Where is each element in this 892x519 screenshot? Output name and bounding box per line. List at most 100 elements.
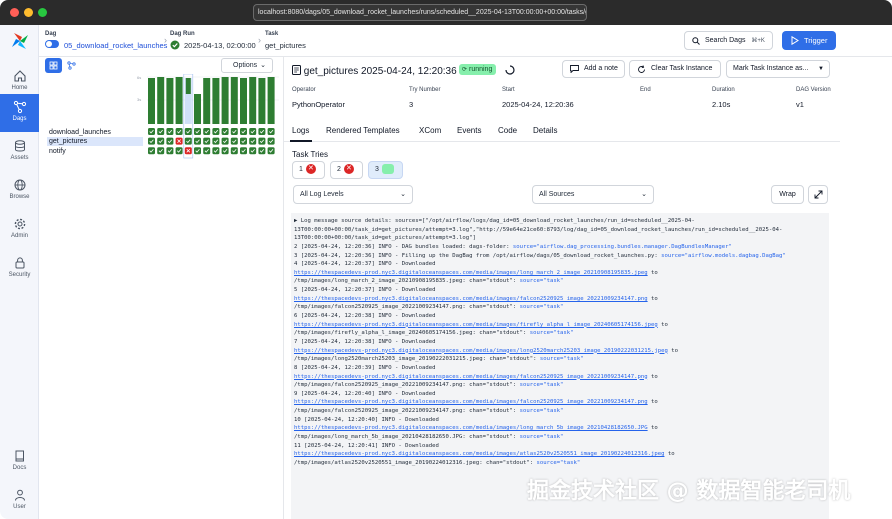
task-instance-cell[interactable] <box>212 137 220 145</box>
log-url-link[interactable]: https://thespacedevs-prod.nyc3.digitaloc… <box>294 399 648 405</box>
task-instance-cell[interactable] <box>203 137 211 145</box>
run-bar[interactable] <box>249 77 257 124</box>
address-bar[interactable]: localhost:8080/dags/05_download_rocket_l… <box>253 4 587 21</box>
breadcrumb-dag-link[interactable]: 05_download_rocket_launches <box>64 41 167 50</box>
search-dags-button[interactable]: Search Dags ⌘+K <box>684 31 773 50</box>
task-instance-cell[interactable] <box>212 147 220 155</box>
task-instance-cell[interactable] <box>267 137 275 145</box>
run-bar[interactable] <box>175 77 183 124</box>
run-bar[interactable] <box>212 78 220 124</box>
log-url-link[interactable]: https://thespacedevs-prod.nyc3.digitaloc… <box>294 451 664 457</box>
task-instance-cell[interactable] <box>148 147 155 155</box>
task-instance-cell[interactable] <box>157 137 165 145</box>
grid-view-button[interactable] <box>45 58 62 73</box>
task-instance-cell[interactable] <box>230 137 238 145</box>
graph-view-button[interactable] <box>63 58 80 73</box>
tab-details[interactable]: Details <box>533 126 557 135</box>
log-url-link[interactable]: https://thespacedevs-prod.nyc3.digitaloc… <box>294 348 668 354</box>
task-instance-cell[interactable] <box>175 147 183 155</box>
task-instance-cell[interactable] <box>184 137 192 145</box>
fullscreen-button[interactable] <box>808 185 828 204</box>
maximize-window-button[interactable] <box>38 8 47 17</box>
close-window-button[interactable] <box>10 8 19 17</box>
task-instance-cell[interactable] <box>148 128 155 135</box>
run-bar[interactable] <box>203 78 211 124</box>
log-sources-select[interactable]: All Sources ⌄ <box>532 185 654 204</box>
task-instance-cell[interactable] <box>157 147 165 155</box>
tab-xcom[interactable]: XCom <box>419 126 441 135</box>
tab-events[interactable]: Events <box>457 126 481 135</box>
run-bar[interactable] <box>166 78 174 124</box>
breadcrumb-run-link[interactable]: 2025-04-13, 02:00:00 <box>184 41 256 50</box>
task-row-get-pictures[interactable]: get_pictures <box>47 137 143 146</box>
airflow-logo-icon[interactable] <box>10 31 30 51</box>
task-instance-cell[interactable] <box>240 147 247 155</box>
task-instance-cell[interactable] <box>258 147 266 155</box>
task-instance-cell[interactable] <box>184 128 192 135</box>
task-instance-cell[interactable] <box>221 147 229 155</box>
try-button-2[interactable]: 2 ✕ <box>330 161 363 179</box>
try-button-1[interactable]: 1 ✕ <box>292 161 325 179</box>
log-level-select[interactable]: All Log Levels ⌄ <box>293 185 413 204</box>
clear-task-instance-button[interactable]: Clear Task Instance <box>629 60 721 78</box>
task-instance-cell[interactable] <box>166 128 174 135</box>
task-instance-cell[interactable] <box>249 137 257 145</box>
task-instance-cell[interactable] <box>230 147 238 155</box>
task-instance-cell[interactable] <box>203 147 211 155</box>
log-url-link[interactable]: https://thespacedevs-prod.nyc3.digitaloc… <box>294 322 658 328</box>
run-bar[interactable] <box>148 78 155 124</box>
try-button-3[interactable]: 3 <box>368 161 403 179</box>
task-instance-cell[interactable] <box>194 128 201 135</box>
sidebar-item-user[interactable]: User <box>0 485 39 519</box>
task-instance-cell[interactable] <box>157 128 165 135</box>
run-bar[interactable] <box>267 77 275 124</box>
task-instance-cell[interactable] <box>258 128 266 135</box>
sidebar-item-assets[interactable]: Assets <box>0 136 39 172</box>
task-instance-cell[interactable] <box>267 147 275 155</box>
task-row-notify[interactable]: notify <box>47 147 143 156</box>
wrap-button[interactable]: Wrap <box>771 185 804 204</box>
mark-task-instance-button[interactable]: Mark Task Instance as... ▼ <box>726 60 830 78</box>
run-bar[interactable] <box>258 78 266 124</box>
tab-logs[interactable]: Logs <box>292 126 309 135</box>
run-bar[interactable] <box>230 77 238 124</box>
sidebar-item-browse[interactable]: Browse <box>0 175 39 211</box>
tab-code[interactable]: Code <box>498 126 517 135</box>
task-instance-cell[interactable] <box>203 128 211 135</box>
run-bar[interactable] <box>194 94 201 124</box>
task-instance-cell[interactable] <box>258 137 266 145</box>
task-instance-cell[interactable] <box>166 137 174 145</box>
task-instance-cell[interactable] <box>249 147 257 155</box>
sidebar-item-docs[interactable]: Docs <box>0 446 39 482</box>
log-url-link[interactable]: https://thespacedevs-prod.nyc3.digitaloc… <box>294 374 648 380</box>
sidebar-item-security[interactable]: Security <box>0 253 39 289</box>
run-bar[interactable] <box>157 77 165 124</box>
run-bar[interactable] <box>240 78 247 124</box>
breadcrumb-task-link[interactable]: get_pictures <box>265 41 306 50</box>
task-instance-cell[interactable] <box>194 137 201 145</box>
sidebar-item-admin[interactable]: Admin <box>0 214 39 250</box>
task-instance-cell[interactable] <box>230 128 238 135</box>
task-instance-cell[interactable] <box>221 137 229 145</box>
task-instance-cell[interactable] <box>240 128 247 135</box>
minimize-window-button[interactable] <box>24 8 33 17</box>
task-instance-cell[interactable] <box>240 137 247 145</box>
task-instance-cell[interactable] <box>194 147 201 155</box>
log-url-link[interactable]: https://thespacedevs-prod.nyc3.digitaloc… <box>294 296 648 302</box>
options-button[interactable]: Options ⌄ <box>221 58 273 73</box>
log-url-link[interactable]: https://thespacedevs-prod.nyc3.digitaloc… <box>294 425 648 431</box>
add-note-button[interactable]: Add a note <box>562 60 625 78</box>
task-instance-cell[interactable] <box>267 128 275 135</box>
task-instance-cell[interactable] <box>249 128 257 135</box>
trigger-button[interactable]: Trigger <box>782 31 836 50</box>
task-instance-cell[interactable] <box>175 128 183 135</box>
task-instance-cell[interactable] <box>221 128 229 135</box>
dag-toggle-icon[interactable] <box>45 40 59 50</box>
sidebar-item-dags[interactable]: Dags <box>0 94 39 132</box>
log-url-link[interactable]: https://thespacedevs-prod.nyc3.digitaloc… <box>294 270 648 276</box>
task-instance-cell[interactable] <box>212 128 220 135</box>
task-row-download-launches[interactable]: download_launches <box>47 128 143 137</box>
task-instance-cell[interactable] <box>148 137 155 145</box>
task-instance-cell[interactable] <box>166 147 174 155</box>
run-bar[interactable] <box>221 77 229 124</box>
